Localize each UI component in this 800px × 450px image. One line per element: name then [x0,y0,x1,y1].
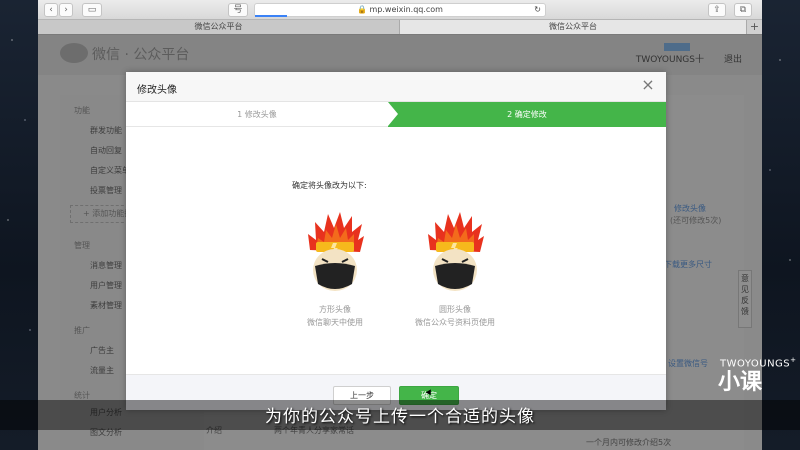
brand-sup: + [790,356,797,364]
confirm-prompt: 确定将头像改为以下: [292,181,367,190]
brand-name: TWOYOUNGS [720,358,791,370]
sidebar-item-publisher[interactable]: 流量主 [90,365,114,376]
sidebar-item-menu[interactable]: 自定义菜单 [90,165,130,176]
brand-mark-text: 小课 [718,370,763,395]
sidebar-item-materials[interactable]: 素材管理 [90,300,122,311]
dialog-title: 修改头像 [137,85,177,96]
close-icon[interactable]: × [640,77,656,93]
reload-icon[interactable]: ↻ [534,4,541,16]
set-wechat-id-link[interactable]: 设置微信号 [668,358,708,369]
square-avatar-usage: 微信聊天中使用 [307,318,363,327]
sidebar-item-autoreply[interactable]: 自动回复 [90,145,122,156]
new-tab-button[interactable]: + [746,20,762,34]
url-text: mp.weixin.qq.com [369,5,443,14]
sidebar-item-broadcast[interactable]: 群发功能 [90,125,122,136]
site-title: 微信 · 公众平台 [92,47,190,63]
lock-icon: 🔒 [357,5,367,14]
sidebar-section-manage: 管理 [74,241,90,250]
browser-toolbar: ‹ › ▭ 号 🔒 mp.weixin.qq.com ↻ ⇪ ⧉ [38,0,762,20]
tabs-overview-icon[interactable]: ⧉ [734,3,752,17]
video-subtitle: 为你的公众号上传一个合适的头像 [265,407,535,427]
tab-1[interactable]: 微信公众平台 [38,20,400,34]
sidebar-item-vote[interactable]: 投票管理 [90,185,122,196]
sidebar-icon[interactable]: ▭ [82,3,102,17]
step-confirm: 2 确定修改 [388,102,666,127]
account-name[interactable]: TWOYOUNGS十 [636,52,704,65]
dialog-header: 修改头像 × [126,72,666,102]
change-count-note: (还可修改5次) [670,216,722,225]
share-icon[interactable]: ⇪ [708,3,726,17]
reader-button[interactable]: 号 [228,3,248,17]
round-avatar-label: 圆形头像 [439,305,471,314]
tab-bar: 微信公众平台 微信公众平台 + [38,20,762,34]
step-upload: 1 修改头像 [237,110,277,119]
change-avatar-link[interactable]: 修改头像 [674,203,706,214]
feedback-button[interactable]: 意见反馈 [738,270,752,328]
square-avatar-image [308,212,364,291]
sidebar-section-features: 功能 [74,106,90,115]
sidebar-item-advertiser[interactable]: 广告主 [90,345,114,356]
tab-2[interactable]: 微信公众平台 [400,20,746,34]
brand-watermark: TWOYOUNGS+ [720,356,797,369]
sidebar-item-messages[interactable]: 消息管理 [90,260,122,271]
sidebar-section-promote: 推广 [74,326,90,335]
download-sizes-link[interactable]: 下载更多尺寸 [664,259,712,270]
brand-logo: 小课 [718,370,774,398]
forward-button[interactable]: › [59,3,73,17]
page-header: 微信 · 公众平台 TWOYOUNGS十 退出 [38,35,762,75]
round-avatar-image [428,212,484,291]
back-button[interactable]: ‹ [44,3,58,17]
round-avatar-usage: 微信公众号资料页使用 [415,318,495,327]
step-indicator: 1 修改头像 2 确定修改 [126,102,666,127]
wechat-logo-icon [60,43,88,63]
change-avatar-dialog: 修改头像 × 1 修改头像 2 确定修改 确定将头像改为以下: 方形头像 微信聊… [126,72,666,410]
logout-link[interactable]: 退出 [724,52,742,65]
account-badge [664,43,690,51]
page-load-progress [255,15,287,17]
square-avatar-label: 方形头像 [319,305,351,314]
sidebar-item-users[interactable]: 用户管理 [90,280,122,291]
address-bar[interactable]: 🔒 mp.weixin.qq.com ↻ [254,3,546,17]
intro-note: 一个月内可修改介绍5次 [586,438,672,447]
